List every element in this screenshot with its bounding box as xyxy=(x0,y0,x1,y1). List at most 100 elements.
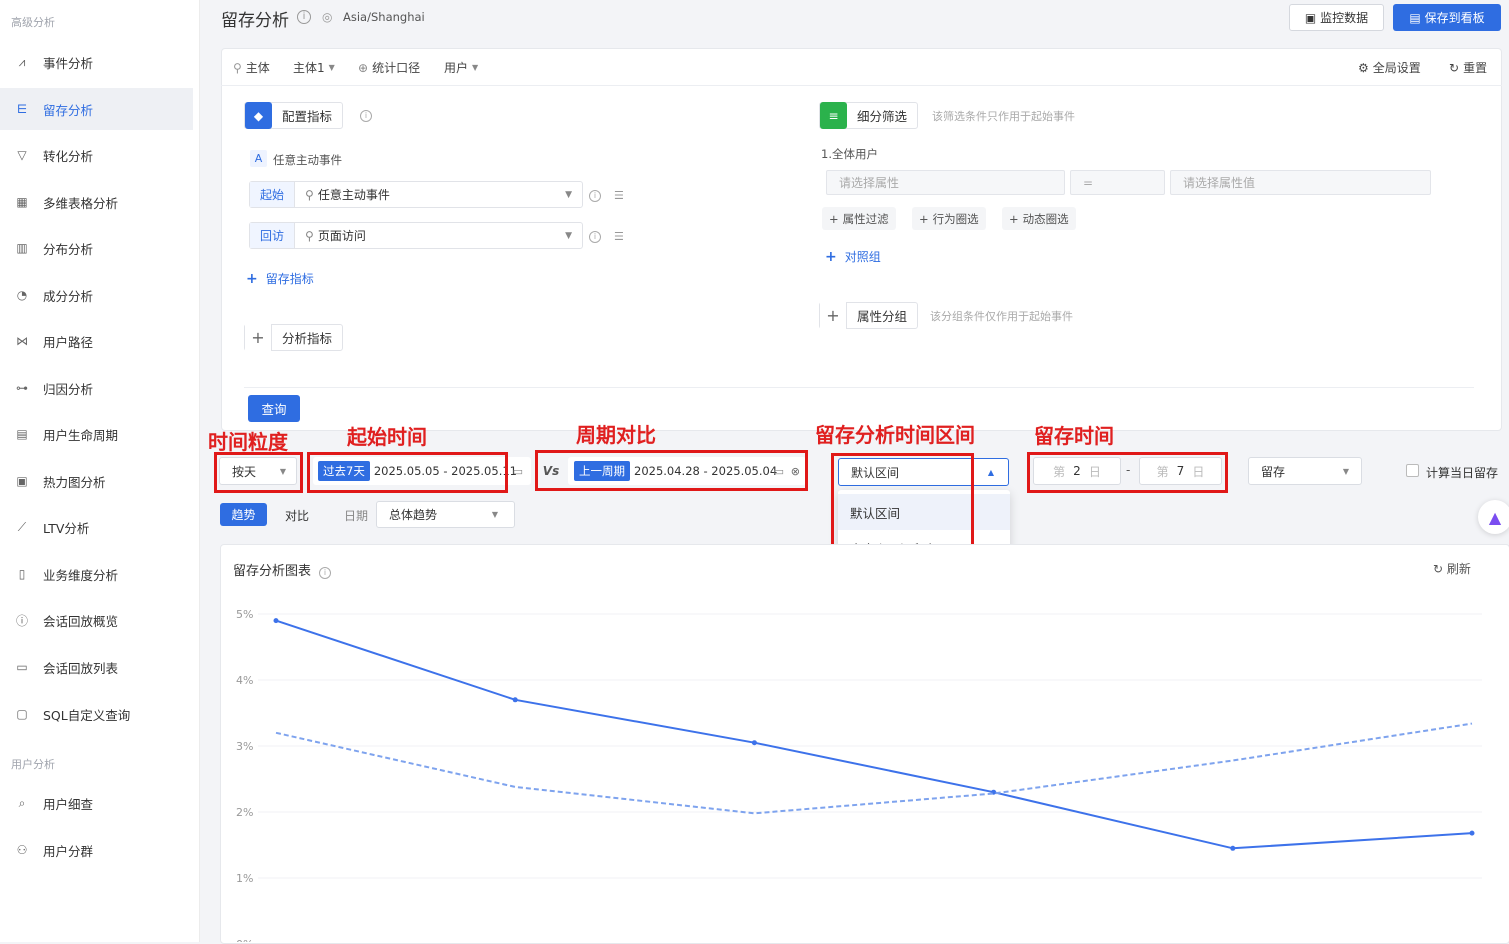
sidebar-item[interactable]: ⋿ 留存分析 xyxy=(0,88,193,130)
info-icon[interactable]: i xyxy=(319,567,332,579)
data-point[interactable] xyxy=(512,697,518,703)
sidebar-item-label: 留存分析 xyxy=(43,102,94,118)
refresh-button[interactable]: ↻ 刷新 xyxy=(1433,560,1471,577)
gear-icon: ⚙ xyxy=(1358,60,1369,75)
sidebar-item[interactable]: ▦ 多维表格分析 xyxy=(0,181,193,223)
chart-title-text: 留存分析图表 xyxy=(233,564,312,579)
sidebar-item[interactable]: ◔ 成分分析 xyxy=(0,274,193,316)
sidebar-item[interactable]: ▣ 热力图分析 xyxy=(0,460,193,502)
subject-dropdown[interactable]: 主体1 ▼ xyxy=(293,59,335,76)
chip-attr-label: 属性过滤 xyxy=(842,211,889,226)
sidebar-item-label: 用户细查 xyxy=(43,796,94,812)
sidebar-item-label: LTV分析 xyxy=(43,520,90,536)
sidebar-user-item[interactable]: ⚇ 用户分群 xyxy=(0,829,193,871)
caret-up-icon: ▲ xyxy=(987,467,994,477)
sidebar-item-label: 多维表格分析 xyxy=(43,195,119,211)
data-point[interactable] xyxy=(1230,845,1236,851)
sidebar-item[interactable]: ⓘ 会话回放概览 xyxy=(0,599,193,641)
property-select[interactable]: 请选择属性 xyxy=(826,170,1065,195)
assistant-icon[interactable]: ▲ xyxy=(1478,500,1509,534)
y-tick-label: 1% xyxy=(236,872,253,885)
data-point[interactable] xyxy=(273,618,279,624)
ltv-icon: ⟋ xyxy=(17,519,27,534)
sidebar-item[interactable]: ▥ 分布分析 xyxy=(0,227,193,269)
refresh-label: 刷新 xyxy=(1446,562,1471,576)
pie-chart-icon: ◔ xyxy=(16,288,28,302)
sidebar-item[interactable]: ⩘ 事件分析 xyxy=(0,41,193,83)
info-icon[interactable]: i xyxy=(589,190,601,202)
sidebar-item[interactable]: ▢ SQL自定义查询 xyxy=(0,693,193,735)
plus-icon: + xyxy=(829,211,839,226)
add-compare-group[interactable]: + 对照组 xyxy=(825,248,881,265)
bar-chart-icon: ▥ xyxy=(16,241,28,255)
reset-label: 重置 xyxy=(1463,61,1488,75)
data-point[interactable] xyxy=(1469,830,1475,836)
sidebar-item-label: 用户分群 xyxy=(43,843,94,859)
user-search-icon: ⌕ xyxy=(18,795,26,810)
search-icon: ⚲ xyxy=(305,187,314,202)
global-settings-button[interactable]: ⚙ 全局设置 xyxy=(1358,59,1421,76)
calc-today-checkbox[interactable] xyxy=(1406,464,1419,477)
property-value-select[interactable]: 请选择属性值 xyxy=(1170,170,1431,195)
annotation-retention-time: 留存时间 xyxy=(1034,424,1114,448)
any-event-label: 任意主动事件 xyxy=(273,153,342,167)
date-trend-select[interactable]: 总体趋势 ▼ xyxy=(376,501,515,528)
return-event-value: 页面访问 xyxy=(317,229,366,243)
sidebar-item-label: 分布分析 xyxy=(43,241,94,257)
annotation-period-compare: 周期对比 xyxy=(576,423,656,447)
heatmap-icon: ▣ xyxy=(16,474,28,488)
save-to-board-button[interactable]: ▤ 保存到看板 xyxy=(1393,4,1501,31)
refresh-icon: ↻ xyxy=(1433,562,1444,576)
tab-trend[interactable]: 趋势 xyxy=(220,503,267,526)
plus-icon: + xyxy=(246,270,258,287)
replay-list-icon: ▭ xyxy=(16,660,28,674)
sidebar-item[interactable]: ⟋ LTV分析 xyxy=(0,506,193,548)
attr-filter-chip[interactable]: + 属性过滤 xyxy=(822,207,896,230)
sidebar-item[interactable]: ▤ 用户生命周期 xyxy=(0,413,193,455)
sidebar-item[interactable]: ⋈ 用户路径 xyxy=(0,320,193,362)
filter-icon[interactable]: ☰ xyxy=(614,230,624,243)
annotation-granularity: 时间粒度 xyxy=(208,430,288,454)
sidebar-user-item[interactable]: ⌕ 用户细查 xyxy=(0,782,193,824)
behavior-select-chip[interactable]: + 行为圈选 xyxy=(912,207,986,230)
stat-scope[interactable]: ⊕ 统计口径 xyxy=(358,59,420,76)
timezone-label[interactable]: Asia/Shanghai xyxy=(343,10,425,24)
info-icon[interactable]: i xyxy=(589,231,601,243)
subject-selector[interactable]: ⚲ 主体 xyxy=(233,59,270,76)
return-event-select[interactable]: ⚲ 页面访问 xyxy=(295,227,582,244)
add-retention-metric[interactable]: + 留存指标 xyxy=(246,270,314,287)
filter-icon[interactable]: ☰ xyxy=(614,189,624,202)
add-analysis-metric[interactable]: + 分析指标 xyxy=(244,324,344,351)
info-icon[interactable]: i xyxy=(360,110,372,122)
highlight-granularity xyxy=(214,452,303,493)
sidebar-item-label: 成分分析 xyxy=(43,288,94,304)
event-letter-badge: A xyxy=(250,150,267,167)
start-event-select[interactable]: ⚲ 任意主动事件 xyxy=(295,186,582,203)
filter-title: 细分筛选 xyxy=(857,109,908,124)
series-line-0[interactable] xyxy=(275,619,1473,850)
metric-select[interactable]: 留存 ▼ xyxy=(1248,457,1362,485)
reset-button[interactable]: ↻ 重置 xyxy=(1449,59,1487,76)
compare-group-label: 对照组 xyxy=(844,250,881,264)
dynamic-select-chip[interactable]: + 动态圈选 xyxy=(1002,207,1076,230)
start-event-row[interactable]: 起始 ⚲ 任意主动事件 ▼ xyxy=(249,181,583,208)
sidebar-item[interactable]: ▭ 会话回放列表 xyxy=(0,646,193,688)
sql-icon: ▢ xyxy=(16,707,28,721)
sidebar-item[interactable]: ⊶ 归因分析 xyxy=(0,367,193,409)
operator-select[interactable]: = xyxy=(1070,170,1165,195)
monitor-data-button[interactable]: ▣ 监控数据 xyxy=(1289,4,1384,31)
y-tick-label: 4% xyxy=(236,674,253,687)
tab-compare[interactable]: 对比 xyxy=(285,507,309,524)
sidebar-item[interactable]: ▽ 转化分析 xyxy=(0,134,193,176)
dimension-icon: ▯ xyxy=(18,567,26,581)
subject-icon: ⚲ xyxy=(233,60,242,75)
info-icon[interactable]: i xyxy=(297,10,311,24)
return-event-row[interactable]: 回访 ⚲ 页面访问 ▼ xyxy=(249,222,583,249)
stat-dropdown[interactable]: 用户 ▼ xyxy=(444,59,478,76)
refresh-icon: ↻ xyxy=(1449,60,1460,75)
date-label: 日期 xyxy=(344,509,369,523)
sidebar-item[interactable]: ▯ 业务维度分析 xyxy=(0,553,193,595)
query-button[interactable]: 查询 xyxy=(248,395,300,422)
data-point[interactable] xyxy=(751,740,757,746)
property-group[interactable]: + 属性分组 xyxy=(819,302,919,329)
